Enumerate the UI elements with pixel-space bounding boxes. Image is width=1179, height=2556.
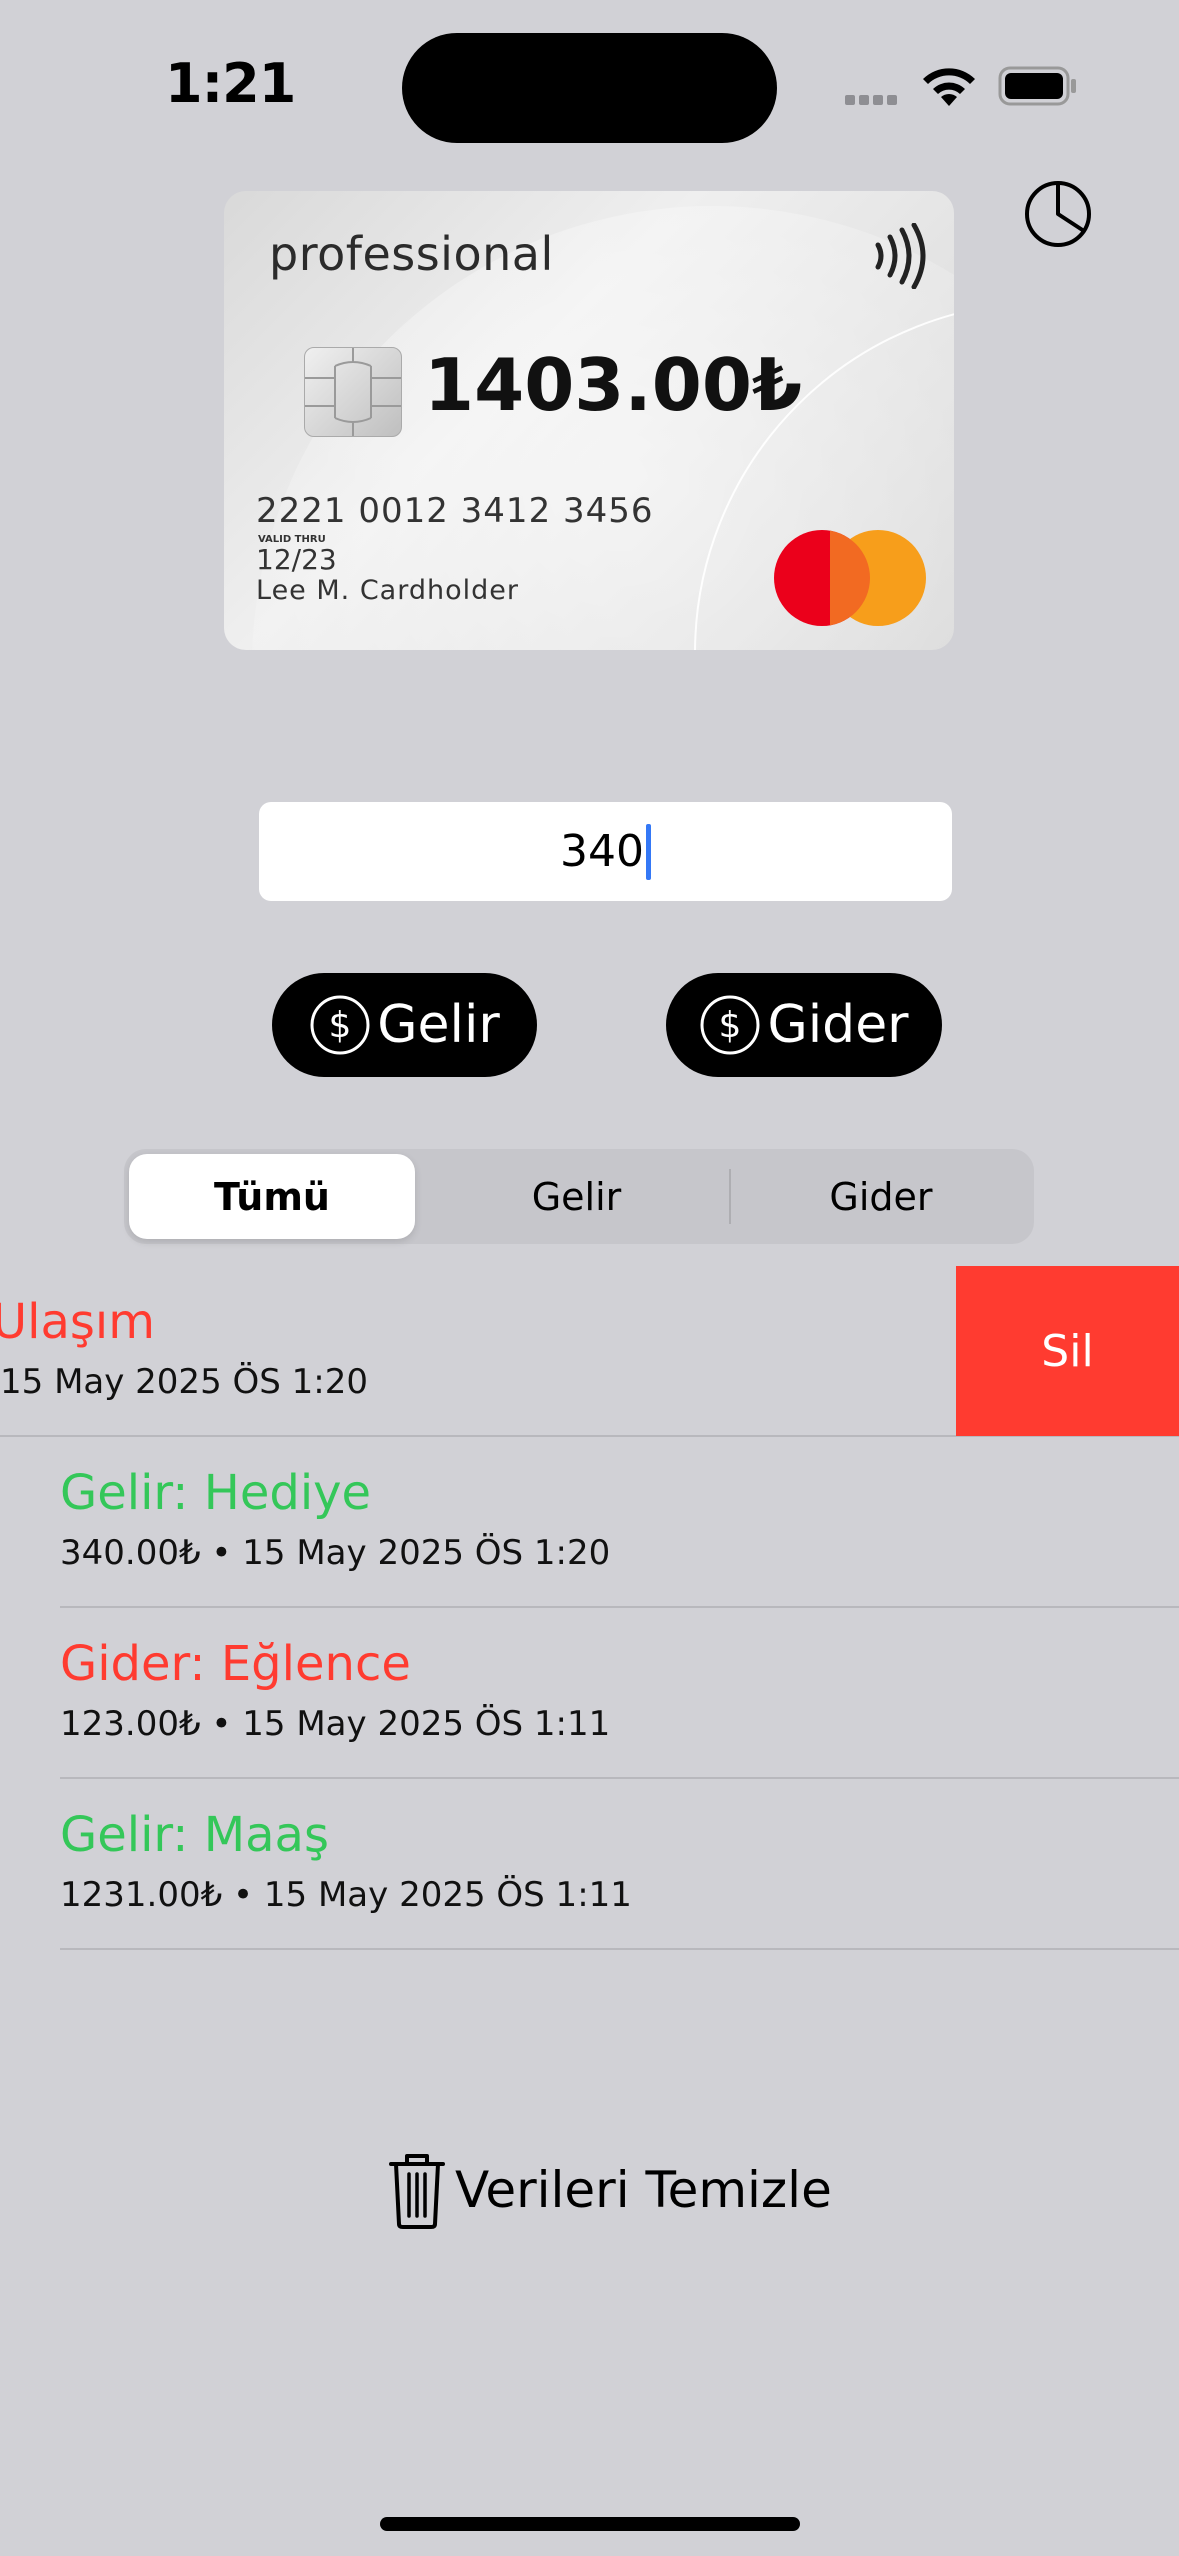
svg-text:$: $	[329, 1005, 352, 1046]
segment-expense[interactable]: Gider	[731, 1149, 1031, 1244]
transaction-title: Gelir: Maaş	[60, 1807, 329, 1863]
text-caret	[645, 823, 651, 880]
credit-card: professional 1403.00₺ 2221 0012 3412 345…	[224, 191, 954, 650]
dollar-circle-icon: $	[700, 995, 760, 1055]
add-expense-button[interactable]: $ Gider	[666, 973, 942, 1077]
transaction-title: Gelir: Hediye	[60, 1465, 372, 1521]
amount-input[interactable]: 340	[259, 802, 952, 901]
add-income-label: Gelir	[377, 995, 500, 1055]
wifi-icon	[923, 68, 975, 106]
add-income-button[interactable]: $ Gelir	[272, 973, 537, 1077]
filter-segmented-control: Tümü Gelir Gider	[124, 1149, 1034, 1244]
add-expense-label: Gider	[767, 995, 909, 1055]
transaction-subtitle: 15 May 2025 ÖS 1:20	[0, 1362, 369, 1402]
transaction-subtitle: 123.00₺ • 15 May 2025 ÖS 1:11	[60, 1704, 611, 1744]
status-time: 1:21	[165, 52, 296, 115]
pie-chart-icon[interactable]	[1022, 178, 1094, 250]
card-chip-icon	[304, 347, 402, 437]
cellular-signal-icon	[845, 92, 905, 106]
transaction-row[interactable]: Gelir: Hediye 340.00₺ • 15 May 2025 ÖS 1…	[0, 1437, 1179, 1608]
transaction-row[interactable]: Gelir: Maaş 1231.00₺ • 15 May 2025 ÖS 1:…	[0, 1779, 1179, 1950]
contactless-icon	[875, 223, 926, 289]
dynamic-island	[402, 33, 777, 143]
card-holder: Lee M. Cardholder	[256, 575, 519, 606]
card-balance: 1403.00₺	[424, 343, 803, 427]
clear-data-button[interactable]: Verileri Temizle	[385, 2140, 832, 2240]
card-expiry: 12/23	[256, 543, 337, 576]
battery-icon	[998, 66, 1076, 106]
amount-input-value: 340	[560, 826, 644, 877]
delete-button[interactable]: Sil	[956, 1266, 1179, 1436]
trash-icon	[389, 2154, 445, 2229]
segment-income[interactable]: Gelir	[424, 1149, 729, 1244]
svg-text:$: $	[719, 1005, 742, 1046]
transaction-subtitle: 1231.00₺ • 15 May 2025 ÖS 1:11	[60, 1875, 632, 1915]
transaction-row[interactable]: Gider: Eğlence 123.00₺ • 15 May 2025 ÖS …	[0, 1608, 1179, 1779]
home-indicator[interactable]	[380, 2517, 800, 2531]
dollar-circle-icon: $	[310, 995, 370, 1055]
transaction-title: Gider: Eğlence	[60, 1636, 411, 1692]
card-brand: professional	[269, 227, 554, 281]
transaction-subtitle: 340.00₺ • 15 May 2025 ÖS 1:20	[60, 1533, 611, 1573]
segment-all[interactable]: Tümü	[129, 1149, 415, 1244]
clear-data-label: Verileri Temizle	[455, 2161, 832, 2219]
transaction-title: Ulaşım	[0, 1294, 155, 1350]
card-number: 2221 0012 3412 3456	[256, 491, 654, 531]
